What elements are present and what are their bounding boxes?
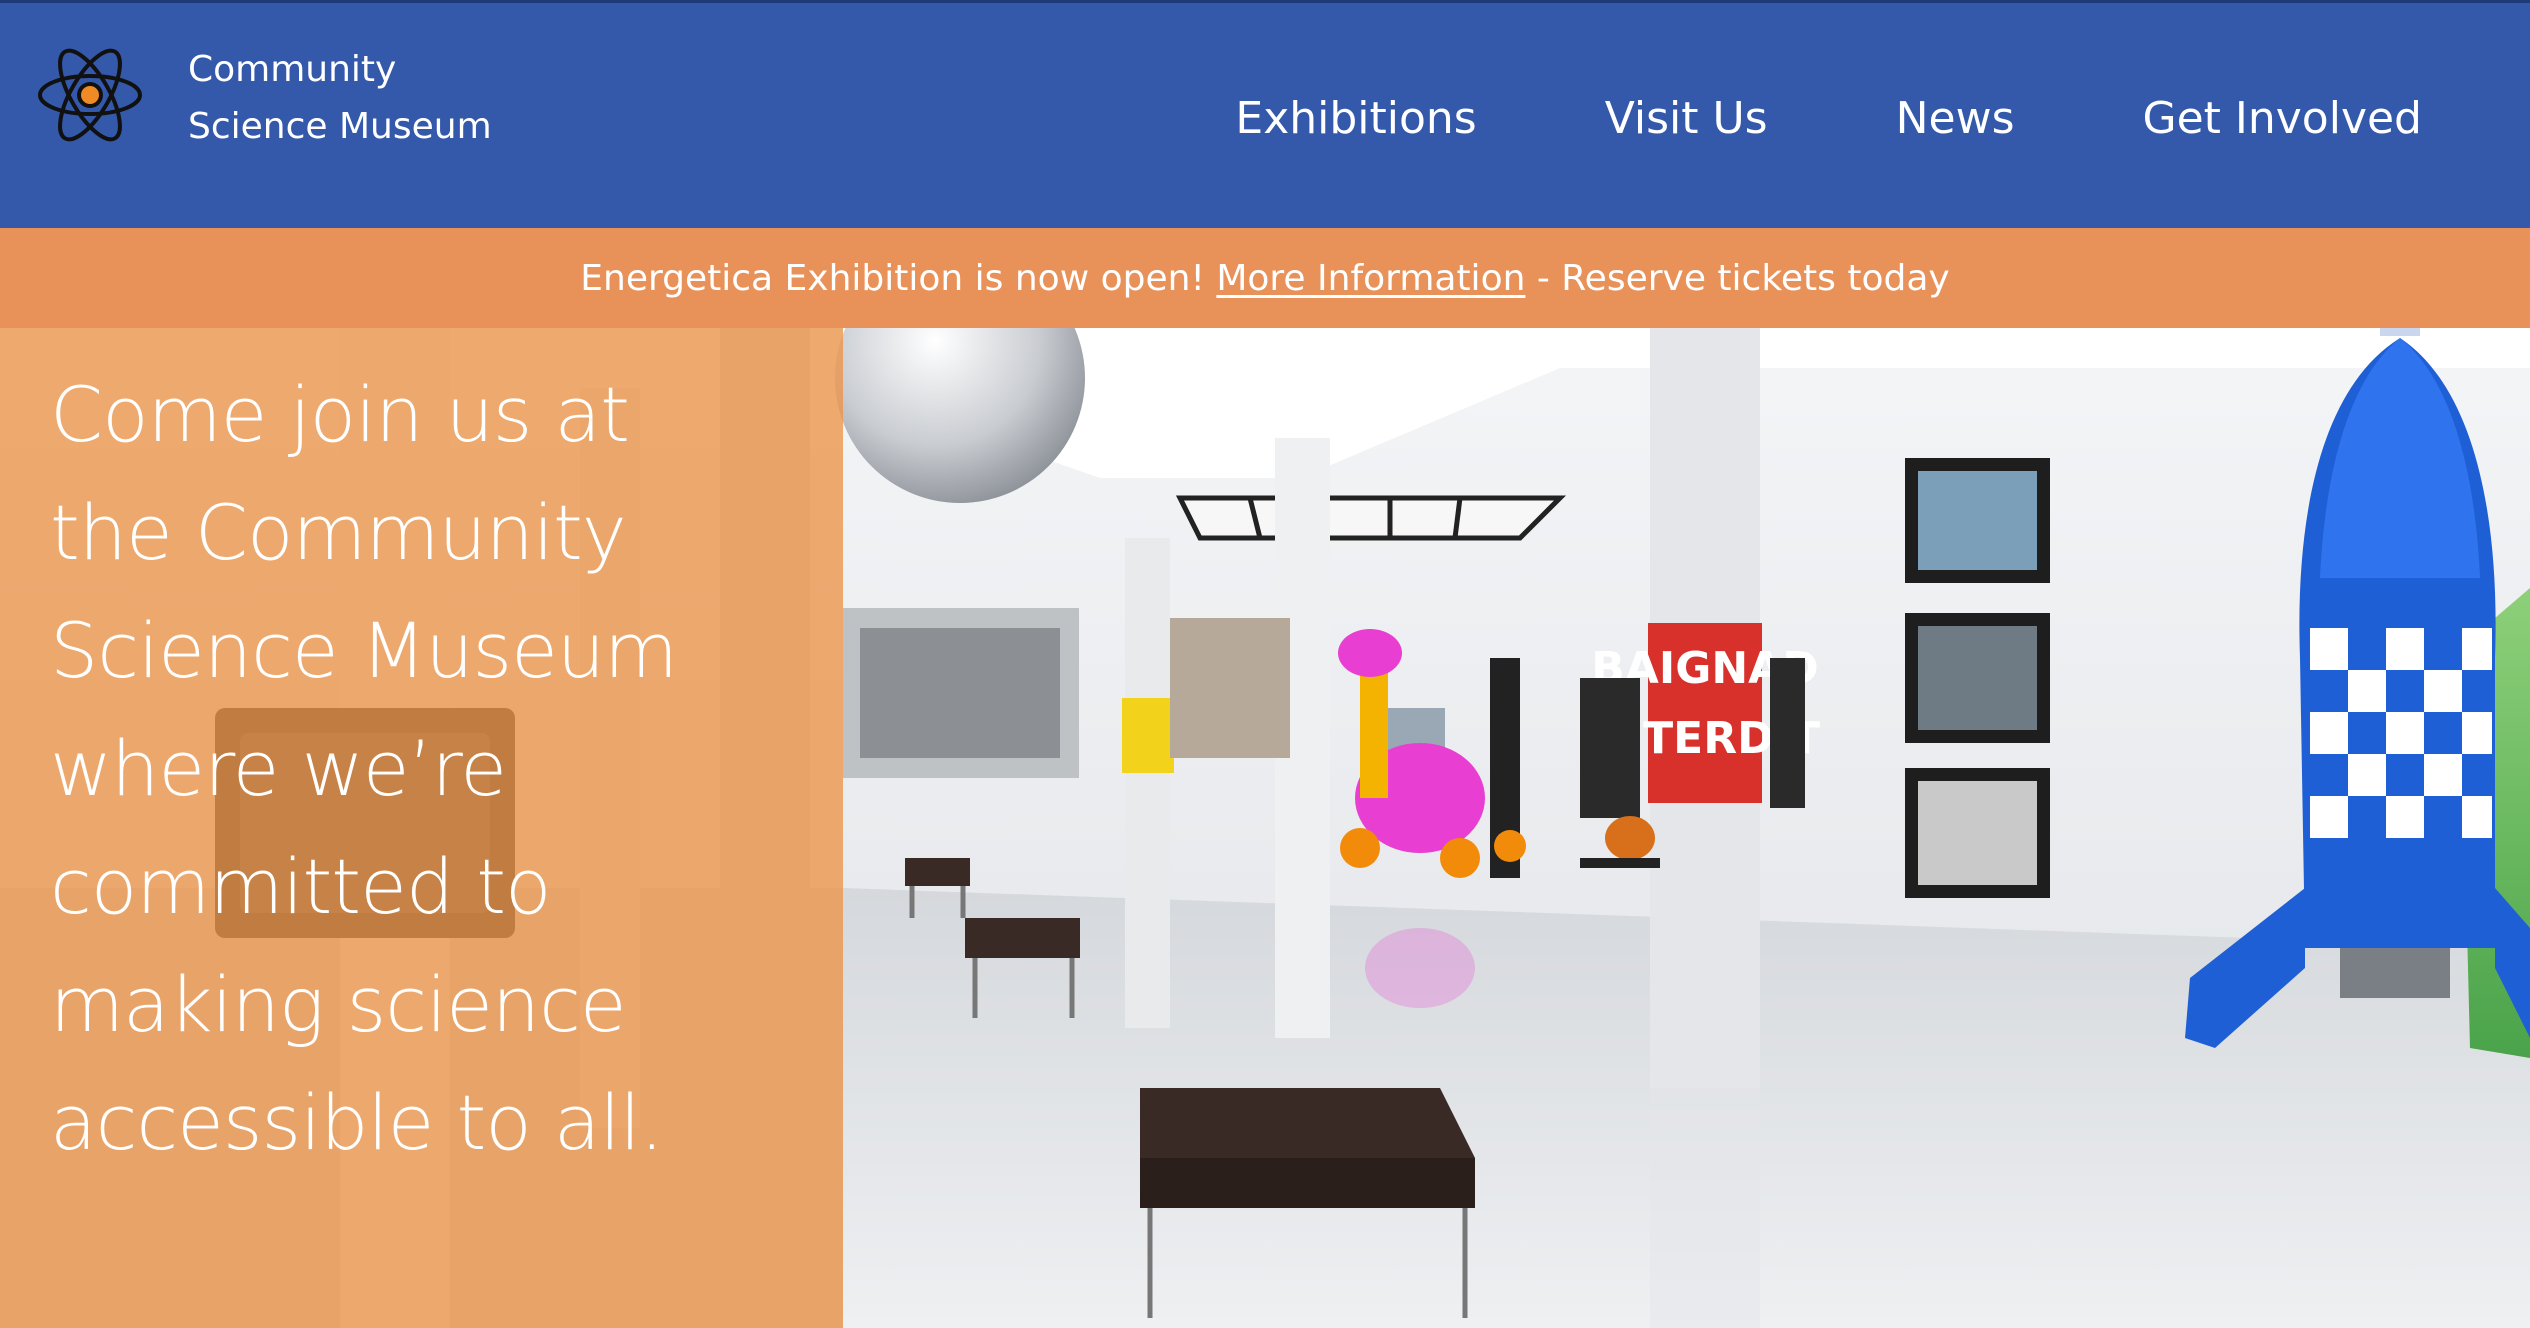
announcement-bar: Energetica Exhibition is now open! More … bbox=[0, 228, 2530, 328]
more-information-link[interactable]: More Information bbox=[1216, 258, 1525, 299]
nav-link-get-involved[interactable]: Get Involved bbox=[2143, 87, 2423, 151]
atom-icon[interactable] bbox=[34, 41, 146, 149]
announcement-text-after: - Reserve tickets today bbox=[1525, 257, 1950, 299]
brand-line-1: Community bbox=[188, 49, 397, 90]
announcement-text-before: Energetica Exhibition is now open! bbox=[580, 257, 1217, 299]
site-brand[interactable]: Community Science Museum bbox=[188, 41, 492, 155]
nav-link-visit-us[interactable]: Visit Us bbox=[1605, 87, 1768, 151]
nav-link-news[interactable]: News bbox=[1896, 87, 2015, 151]
main-nav: Exhibitions Visit Us News Get Involved bbox=[1235, 87, 2422, 151]
brand-line-2: Science Museum bbox=[188, 106, 492, 147]
hero-headline: Come join us at the Community Science Mu… bbox=[50, 370, 678, 1167]
site-header: Community Science Museum Exhibitions Vis… bbox=[0, 0, 2530, 228]
hero-section: BAIGNAD INTERDIT Come join us at the Com… bbox=[0, 328, 2530, 1328]
nav-link-exhibitions[interactable]: Exhibitions bbox=[1235, 87, 1476, 151]
